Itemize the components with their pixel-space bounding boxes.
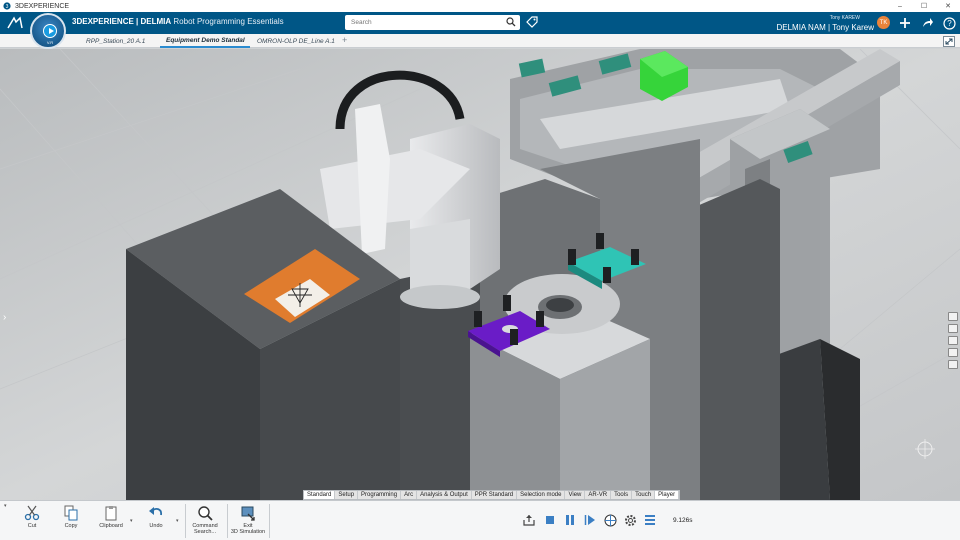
help-icon[interactable]: ? [942,16,956,30]
separator [269,504,270,538]
add-tab-button[interactable]: + [342,35,347,45]
section-tab-setup[interactable]: Setup [335,491,359,499]
fit-all-icon[interactable] [948,336,958,345]
zoom-out-icon[interactable] [948,324,958,333]
undo-dropdown-icon[interactable]: ▾ [176,518,179,524]
settings-icon[interactable] [623,513,637,527]
search-input[interactable] [349,16,499,29]
minimize-button[interactable]: – [888,0,912,12]
brand-prefix: 3D [72,17,83,26]
copy-button[interactable]: Copy [56,505,86,529]
tab-rpp-station[interactable]: RPP_Station_20 A.1 [80,34,160,48]
undo-icon [148,505,164,521]
section-tab-tools[interactable]: Tools [611,491,633,499]
section-tab-player[interactable]: Player [655,491,680,499]
svg-text:?: ? [947,19,952,28]
action-bar-menu-icon[interactable]: ▾ [4,503,7,509]
clipboard-dropdown-icon[interactable]: ▾ [130,518,133,524]
copy-icon [63,505,79,521]
share-icon[interactable] [920,16,934,30]
section-tab-bar: Standard Setup Programming Arc Analysis … [303,490,681,500]
add-icon[interactable] [898,16,912,30]
compass-play-icon[interactable] [43,24,57,38]
avatar[interactable]: TK [877,16,890,29]
app-logo-icon: 3 [3,2,11,10]
section-tab-analysis-output[interactable]: Analysis & Output [417,491,472,499]
exit-3d-simulation-button[interactable]: Exit 3D Simulation [228,505,268,535]
separator [185,504,186,538]
clipboard-icon [103,505,119,521]
section-tab-selection-mode[interactable]: Selection mode [517,491,566,499]
exit-simulation-icon [240,505,256,521]
search-box[interactable] [345,15,520,30]
view-mode-icon[interactable] [948,348,958,357]
tab-omron-olp[interactable]: OMRON-OLP DE_Line A.1 [251,34,341,48]
undo-label: Undo [149,523,163,529]
section-tab-ppr-standard[interactable]: PPR Standard [472,491,518,499]
section-tab-standard[interactable]: Standard [304,491,336,499]
cut-label: Cut [27,523,37,529]
close-button[interactable]: ✕ [936,0,960,12]
magnifier-icon [197,505,213,521]
right-cabinet [690,179,780,500]
render-icon[interactable] [948,360,958,369]
brand-main: EXPERIENCE | DELMIA [82,17,172,26]
section-tab-touch[interactable]: Touch [632,491,656,499]
clipboard-label: Clipboard [99,523,123,529]
view-toolbar [948,312,958,372]
expand-icon[interactable] [943,36,955,47]
3d-scene[interactable] [0,49,960,500]
exit-sim-label-2: 3D Simulation [230,529,266,535]
cut-button[interactable]: Cut [17,505,47,529]
tab-bar: RPP_Station_20 A.1 Equipment Demo Standa… [0,34,960,48]
clipboard-button[interactable]: Clipboard [96,505,126,529]
section-tab-programming[interactable]: Programming [358,491,402,499]
app-name: Robot Programming Essentials [173,17,284,26]
user-name[interactable]: DELMIA NAM | Tony Karew [776,23,874,32]
maximize-button[interactable]: ☐ [912,0,936,12]
export-icon[interactable] [522,513,536,527]
top-bar: 3DEXPERIENCE | DELMIA Robot Programming … [0,12,960,34]
section-tab-ar-vr[interactable]: AR-VR [585,491,612,499]
command-search-label-2: Search... [193,529,216,535]
tag-icon[interactable] [526,16,538,30]
copy-label: Copy [64,523,78,529]
brand-title: 3DEXPERIENCE | DELMIA Robot Programming … [72,17,284,26]
pause-icon[interactable] [563,513,577,527]
scissors-icon [24,505,40,521]
undo-button[interactable]: Undo [141,505,171,529]
dassault-logo-icon[interactable] [0,12,30,34]
action-bar: ▾ Cut Copy Clipboard ▾ Undo ▾ Command Se… [0,500,960,540]
list-icon[interactable] [643,513,657,527]
section-tab-view[interactable]: View [565,491,586,499]
zoom-in-icon[interactable] [948,312,958,321]
stop-icon[interactable] [543,513,557,527]
3d-viewport[interactable]: › [0,49,960,500]
simulation-time: 9.126s [673,517,693,524]
chevron-right-icon[interactable]: › [3,312,6,323]
svg-text:3: 3 [6,4,9,10]
tab-equipment-demo[interactable]: Equipment Demo Standal [160,34,250,48]
window-title: 3DEXPERIENCE [15,2,70,10]
user-small-name: Tony KAREW [829,15,860,21]
command-search-button[interactable]: Command Search... [190,505,220,535]
search-icon[interactable] [506,17,516,29]
play-icon[interactable] [583,513,597,527]
section-tab-arc[interactable]: Arc [401,491,418,499]
simulation-icon[interactable] [603,513,617,527]
window-title-bar: 3 3DEXPERIENCE – ☐ ✕ [0,0,960,12]
compass-version: V.R [46,40,54,45]
compass-widget[interactable]: V.R [30,13,66,49]
